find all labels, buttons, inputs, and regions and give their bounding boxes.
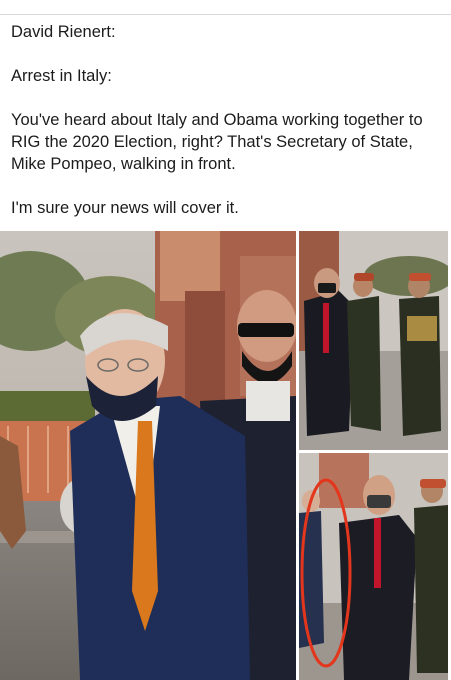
post-body: You've heard about Italy and Obama worki… <box>11 111 423 173</box>
photo-top-right[interactable] <box>299 231 448 450</box>
post-headline: Arrest in Italy: <box>11 67 112 85</box>
post-author-line: David Rienert: <box>11 23 116 41</box>
photo-top-right-image <box>299 231 448 450</box>
post-closing: I'm sure your news will cover it. <box>11 199 239 217</box>
photo-main[interactable] <box>0 231 296 680</box>
photo-main-image <box>0 231 296 680</box>
photo-collage[interactable] <box>0 231 451 680</box>
photo-bottom-right[interactable] <box>299 453 448 680</box>
photo-bottom-right-image <box>299 453 448 680</box>
top-divider <box>0 0 451 15</box>
